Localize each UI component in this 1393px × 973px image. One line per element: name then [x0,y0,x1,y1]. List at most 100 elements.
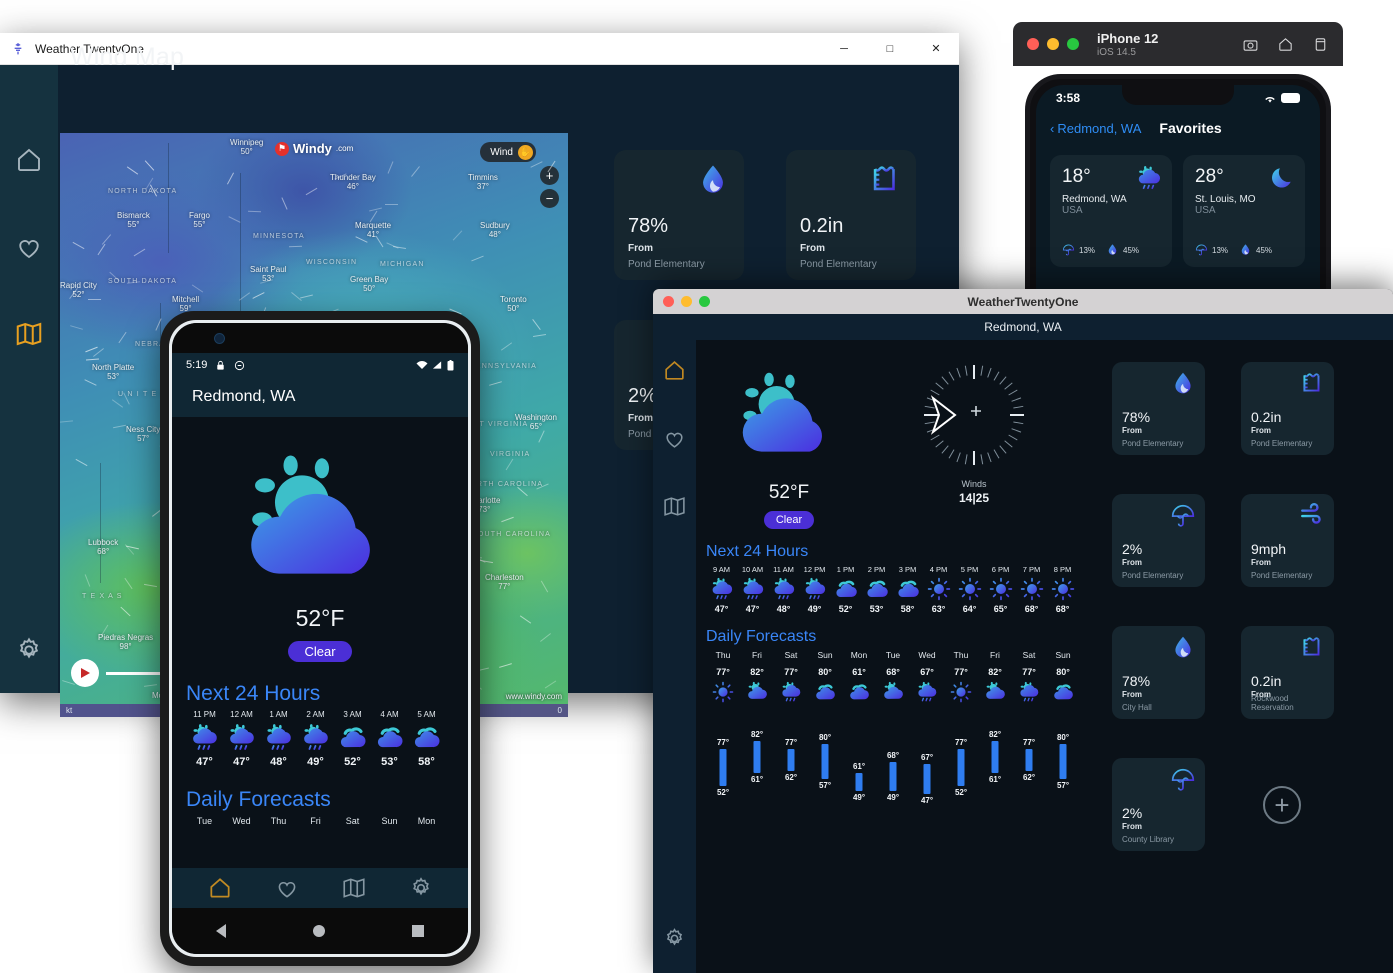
android-status-time: 5:19 [186,359,208,371]
metric-card[interactable]: 0.2in From Rockwood Reservation [1241,626,1334,719]
rain-icon [710,577,734,601]
add-card-button[interactable]: + [1263,786,1301,824]
rain-icon [780,681,802,703]
umbrella-icon [1171,767,1195,791]
android-daily-title: Daily Forecasts [186,788,331,811]
battery-icon [447,359,454,370]
favorite-stat: 45% [1239,243,1272,258]
map-city-label: Green Bay 50° [350,275,389,294]
wind-barb-icon [471,255,484,261]
cloud-icon [1054,684,1073,700]
daily-forecast-row[interactable]: Thu 77° Fri 82° Sat 77° Sun 80° Mon 61° Tue 68° Wed 6… [696,650,1100,703]
metric-card[interactable]: 78% From Pond Elementary [614,150,744,280]
sidebar-item-favorites[interactable] [662,426,687,451]
hour-temperature: 53° [869,604,884,614]
sun-icon [927,577,950,601]
bar-low-label: 52° [954,788,968,797]
nav-item-favorites[interactable] [274,875,300,901]
favorite-card[interactable]: 28° St. Louis, MO USA 13% 45% [1183,155,1305,267]
rain-icon [1020,681,1039,702]
favorite-stat: 13% [1062,243,1095,258]
hourly-cell: 12 AM 47° [223,710,260,768]
back-button[interactable]: ‹ Redmond, WA [1050,121,1141,136]
hourly-cell: 2 AM 49° [297,710,334,768]
close-dot[interactable] [1027,38,1039,50]
wind-barb-icon [530,161,543,168]
humidity-icon [1175,372,1191,394]
android-hourly-row[interactable]: 11 PM 47° 12 AM 47° 1 AM 48° 2 AM 49° 3 AM 52° 4 A… [172,710,468,768]
rotate-icon[interactable] [1312,36,1329,53]
favorite-card[interactable]: 18° Redmond, WA USA 13% 45% [1050,155,1172,267]
metric-card[interactable]: 9mph From Pond Elementary [1241,494,1334,587]
sidebar-item-settings[interactable] [662,926,687,951]
mac-forecast-panel: 52°F Clear Winds 14|25 Next 24 Hours 9 A… [696,340,1100,973]
play-button[interactable] [71,659,99,687]
sidebar-item-settings[interactable] [14,635,44,665]
hour-temperature: 49° [807,604,822,614]
zoom-out-button[interactable]: − [540,189,559,208]
wind-barb-icon [144,159,154,171]
favorite-city: Redmond, WA [1062,194,1127,205]
hour-temperature: 64° [962,604,977,614]
bar-low-label: 47° [920,795,934,805]
hour-temperature: 68° [1024,604,1039,614]
sidebar-item-favorites[interactable] [14,232,44,262]
wind-barb-icon [516,487,528,497]
mac-app-window: WeatherTwentyOne Redmond, WA 52°F Clear … [653,289,1393,973]
sun-icon [1051,577,1074,601]
map-layer-label: Wind [490,146,513,158]
simulator-window-dots [1027,38,1079,50]
wind-barb-icon [60,420,74,423]
metric-value: 78% [628,215,669,237]
hour-label: 1 PM [836,565,855,574]
nav-item-settings[interactable] [408,875,434,901]
day-label: Fri [990,650,1000,660]
ios-status-bar: 3:58 [1036,85,1320,111]
minimize-button[interactable]: ─ [821,33,867,65]
wind-barb-icon [532,318,541,330]
partly-cloudy-icon [984,681,1006,703]
camera-icon[interactable] [1242,36,1259,53]
ios-status-indicators [1263,93,1300,104]
map-state-label: WISCONSIN [306,259,358,266]
hourly-forecast-row[interactable]: 9 AM 47° 10 AM 47° 11 AM 48° 12 PM 49° 1 PM 52° 2 … [696,565,1100,614]
back-label: Redmond, WA [1057,120,1142,136]
map-city-label: Timmins 37° [468,173,498,192]
metric-card[interactable]: 78% From Pond Elementary [1112,362,1205,455]
umbrella-icon [1170,502,1196,528]
metric-card[interactable]: 2%From Pond Elementary [1112,494,1205,587]
wind-barb-icon [544,680,556,689]
metric-card[interactable]: 0.2in From Pond Elementary [786,150,916,280]
zoom-dot[interactable] [1067,38,1079,50]
android-daily-row[interactable]: Tue Wed Thu Fri Sat Sun Mon [172,816,468,826]
wind-barb-icon [410,165,420,177]
windy-mark-icon: ⚑ [275,141,289,156]
close-button[interactable]: ✕ [913,33,959,65]
metric-card[interactable]: 2% From County Library [1112,758,1205,851]
recents-square-icon[interactable] [412,925,425,937]
sidebar-item-map[interactable] [662,494,687,519]
day-high: 82° [988,667,1002,677]
cloud-icon [835,580,857,597]
day-label: Sun [817,650,833,660]
bar-low-label: 52° [716,788,730,797]
nav-item-map[interactable] [341,875,367,901]
nav-item-home[interactable] [207,875,233,901]
map-layer-selector[interactable]: Wind ✋ [480,142,536,162]
home-circle-icon[interactable] [312,925,325,937]
maximize-button[interactable]: □ [867,33,913,65]
day-label: Sat [1022,650,1036,660]
day-label: Sun [1055,650,1071,660]
sidebar-item-home[interactable] [14,145,44,175]
bar-shape [787,748,795,771]
metric-card[interactable]: 78%From City Hall [1112,626,1205,719]
sidebar-item-map[interactable] [14,319,44,349]
home-icon[interactable] [1277,36,1294,53]
day-high: 77° [716,667,730,677]
metric-card[interactable]: 0.2in From Pond Elementary [1241,362,1334,455]
bar-shape [957,748,965,786]
minimize-dot[interactable] [1047,38,1059,50]
android-bottom-nav [172,868,468,908]
back-triangle-icon[interactable] [215,924,226,938]
sidebar-item-home[interactable] [662,358,687,383]
